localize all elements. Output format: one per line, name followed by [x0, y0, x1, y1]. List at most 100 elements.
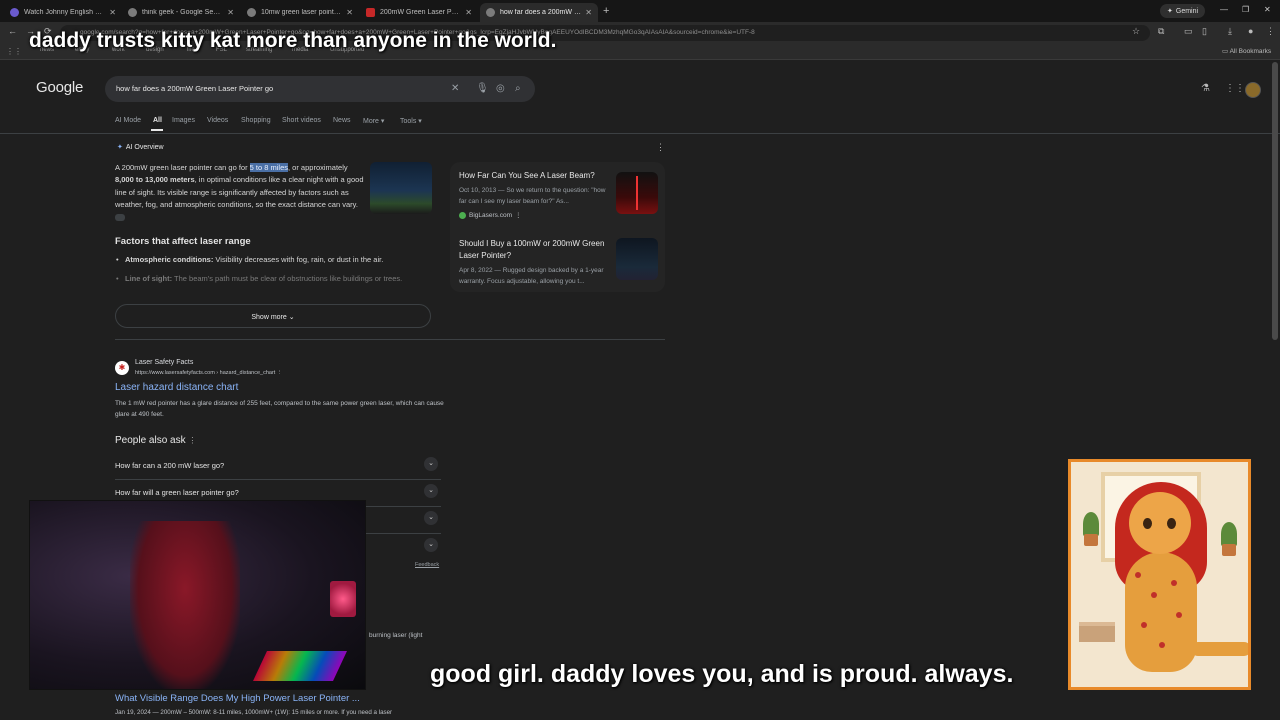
- factor-text: Visibility decreases with fog, rain, or …: [213, 255, 384, 264]
- sidepanel-icon[interactable]: ▯: [1202, 26, 1207, 37]
- source-card-thumbnail: [616, 238, 658, 280]
- top-caption: daddy trusts kitty kat more than anyone …: [29, 29, 557, 52]
- feedback-link[interactable]: Feedback: [415, 562, 439, 568]
- close-icon[interactable]: ✕: [227, 8, 234, 17]
- close-icon[interactable]: ✕: [585, 8, 592, 17]
- factor-bullet: Line of sight: The beam's path must be c…: [116, 274, 403, 283]
- menu-icon[interactable]: ⋮: [1266, 26, 1275, 37]
- ai-overview-header: ✦ AI Overview: [117, 143, 164, 151]
- tab-all[interactable]: All: [153, 117, 162, 124]
- gemini-label: Gemini: [1175, 7, 1199, 15]
- more-options-icon[interactable]: ⋮: [656, 142, 665, 153]
- gemini-button[interactable]: ✦ Gemini: [1160, 4, 1206, 18]
- tab-images[interactable]: Images: [172, 117, 195, 124]
- tab-news[interactable]: News: [333, 117, 351, 124]
- source-card[interactable]: Should I Buy a 100mW or 200mW Green Lase…: [450, 238, 665, 300]
- show-more-button[interactable]: Show more ⌄: [115, 304, 431, 328]
- tab-3[interactable]: 10mw green laser pointer - Go ✕: [241, 3, 359, 22]
- ai-text-part: A 200mW green laser pointer can go for: [115, 163, 250, 172]
- people-also-ask-heading: People also ask ⋮: [115, 435, 196, 446]
- avatar[interactable]: [1245, 82, 1261, 98]
- search-icon[interactable]: ⌕: [515, 83, 521, 94]
- factor-label: Line of sight:: [125, 274, 173, 283]
- tab-title: Watch Johnny English Reborn: [24, 9, 105, 16]
- search-query: how far does a 200mW Green Laser Pointer…: [116, 84, 274, 93]
- close-icon[interactable]: ✕: [465, 8, 472, 17]
- tab-shopping[interactable]: Shopping: [241, 117, 271, 124]
- result-site-name[interactable]: Laser Safety Facts: [135, 359, 193, 366]
- source-card[interactable]: How Far Can You See A Laser Beam? Oct 10…: [450, 170, 665, 232]
- tab-active-indicator: [151, 129, 163, 131]
- maximize-icon[interactable]: ❐: [1242, 5, 1249, 14]
- tab-2[interactable]: think geek - Google Search ✕: [122, 3, 240, 22]
- site-favicon-icon: [459, 211, 466, 219]
- body-illustration: [1125, 552, 1197, 672]
- back-icon[interactable]: ←: [8, 26, 17, 36]
- head-illustration: [1129, 492, 1191, 554]
- divider: [115, 339, 665, 340]
- tab-videos[interactable]: Videos: [207, 117, 228, 124]
- show-more-label: Show more: [251, 314, 287, 321]
- search-input[interactable]: how far does a 200mW Green Laser Pointer…: [105, 76, 535, 102]
- download-icon[interactable]: ⤓: [1228, 26, 1232, 37]
- clear-icon[interactable]: ✕: [451, 83, 459, 94]
- link-icon[interactable]: [115, 213, 125, 221]
- close-icon[interactable]: ✕: [346, 8, 353, 17]
- star-icon[interactable]: ☆: [1132, 26, 1140, 37]
- spot-illustration: [1151, 592, 1157, 598]
- webcam-person: [130, 521, 240, 689]
- new-tab-button[interactable]: +: [603, 5, 609, 17]
- bottom-caption: good girl. daddy loves you, and is proud…: [430, 660, 1014, 688]
- tab-1[interactable]: Watch Johnny English Reborn ✕: [4, 3, 122, 22]
- tab-4[interactable]: 200mW Green Laser Pointer, 5 ✕: [360, 3, 478, 22]
- apps-icon[interactable]: ⋮⋮: [6, 47, 22, 56]
- source-card-title[interactable]: How Far Can You See A Laser Beam?: [459, 170, 609, 182]
- profile-icon[interactable]: ●: [1248, 26, 1253, 36]
- tab-ai-mode[interactable]: AI Mode: [115, 117, 141, 124]
- window-close-icon[interactable]: ✕: [1264, 5, 1271, 14]
- pot-illustration: [1222, 544, 1236, 556]
- webcam-lamp: [330, 581, 356, 617]
- result-title-link[interactable]: What Visible Range Does My High Power La…: [115, 693, 360, 704]
- pot-illustration: [1084, 534, 1098, 546]
- tab-title: how far does a 200mW Green l: [500, 9, 582, 16]
- more-options-icon[interactable]: ⋮: [188, 436, 196, 445]
- tab-title: 200mW Green Laser Pointer, 5: [380, 9, 461, 16]
- tab-5[interactable]: how far does a 200mW Green l✕: [480, 3, 598, 22]
- mic-icon[interactable]: 🎙: [476, 83, 489, 94]
- minimize-icon[interactable]: —: [1220, 5, 1228, 14]
- source-card-desc: Oct 10, 2013 — So we return to the quest…: [459, 187, 606, 205]
- source-card-title[interactable]: Should I Buy a 100mW or 200mW Green Lase…: [459, 238, 609, 262]
- all-bookmarks[interactable]: ▭ All Bookmarks: [1222, 47, 1271, 55]
- tab-short-videos[interactable]: Short videos: [282, 117, 321, 124]
- close-icon[interactable]: ✕: [109, 8, 116, 17]
- scrollbar[interactable]: [1272, 62, 1278, 340]
- source-card-desc: Apr 8, 2022 — Rugged design backed by a …: [459, 267, 604, 285]
- lens-icon[interactable]: ◎: [496, 83, 505, 94]
- result-snippet: The 1 mW red pointer has a glare distanc…: [115, 400, 444, 418]
- extensions-icon[interactable]: ⧉: [1158, 26, 1164, 37]
- tab-tools[interactable]: Tools ▾: [400, 117, 422, 125]
- factor-text: The beam's path must be clear of obstruc…: [172, 274, 403, 283]
- factors-heading: Factors that affect laser range: [115, 236, 251, 247]
- result-url: https://www.lasersafetyfacts.com › hazar…: [135, 370, 276, 376]
- google-icon: [486, 8, 495, 17]
- more-options-icon[interactable]: ⋮: [515, 211, 522, 219]
- paa-question-text: How far will a green laser pointer go?: [115, 488, 239, 497]
- divider: [0, 133, 1280, 134]
- result-snippet-fragment: burning laser (light: [369, 632, 423, 639]
- spot-illustration: [1176, 612, 1182, 618]
- eye-illustration: [1143, 518, 1152, 529]
- more-options-icon[interactable]: ⋮: [277, 370, 283, 376]
- site-favicon-icon: [366, 8, 375, 17]
- labs-icon[interactable]: ⚗: [1201, 83, 1210, 94]
- cast-icon[interactable]: ▭: [1184, 26, 1193, 37]
- result-url-row[interactable]: https://www.lasersafetyfacts.com › hazar…: [135, 370, 282, 376]
- ai-overview-thumbnail[interactable]: [370, 162, 432, 214]
- tab-more[interactable]: More ▾: [363, 117, 384, 125]
- webcam-keyboard: [253, 651, 347, 681]
- google-logo[interactable]: Google: [36, 79, 83, 96]
- paa-question[interactable]: How far can a 200 mW laser go? ⌄: [115, 453, 441, 480]
- result-title-link[interactable]: Laser hazard distance chart: [115, 382, 238, 393]
- all-bookmarks-label: All Bookmarks: [1229, 48, 1272, 55]
